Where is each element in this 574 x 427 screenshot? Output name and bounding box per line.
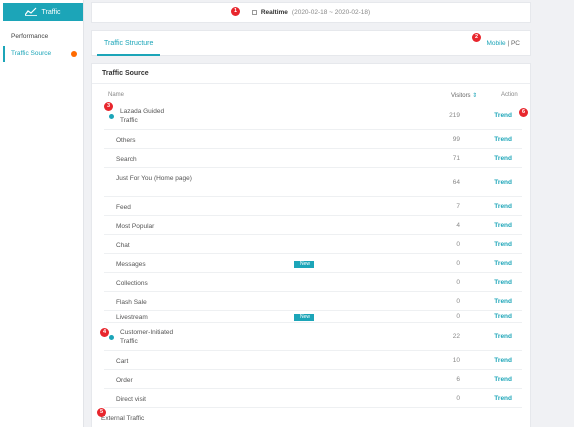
sidebar-item-label: Performance (11, 33, 49, 40)
row-name: Livestream (116, 313, 148, 321)
tab-traffic-structure[interactable]: Traffic Structure (97, 31, 161, 56)
row-name: Others (116, 136, 136, 144)
marker-badge: 6 (519, 108, 528, 117)
row-name: Order (116, 376, 133, 384)
row-name: External Traffic (101, 414, 145, 422)
row-visitors: 99 (452, 136, 460, 143)
column-header-visitors[interactable]: Visitors ⇕ (451, 92, 477, 99)
chart-trend-icon (24, 7, 38, 18)
trend-link[interactable]: Trend (494, 260, 512, 267)
sidebar-header-label: Traffic (41, 8, 61, 16)
marker-badge: 2 (472, 33, 481, 42)
column-header-name: Name (108, 92, 125, 98)
row-visitors: 0 (456, 395, 460, 402)
row-name: Lazada Guided Traffic (120, 108, 165, 124)
trend-link[interactable]: Trend (494, 395, 512, 402)
trend-link[interactable]: Trend (494, 279, 512, 286)
card-title: Traffic Source (92, 64, 530, 84)
trend-link[interactable]: Trend (494, 298, 512, 305)
row-name: Chat (116, 241, 130, 249)
row-visitors: 0 (456, 313, 460, 320)
row-visitors: 22 (452, 333, 460, 340)
row-visitors: 0 (456, 279, 460, 286)
realtime-checkbox[interactable] (251, 10, 257, 15)
table-row: Direct visit 0 Trend (104, 389, 522, 408)
trend-link[interactable]: Trend (494, 155, 512, 162)
row-name: Most Popular (116, 222, 155, 230)
sidebar-item-performance[interactable]: Performance (3, 29, 83, 45)
realtime-bar: Realtime (2020-02-18 ~ 2020-02-18) (91, 2, 531, 23)
trend-link[interactable]: Trend (494, 179, 512, 186)
marker-badge: 1 (231, 7, 240, 16)
row-visitors: 64 (452, 179, 460, 186)
traffic-source-card: Traffic Source Name Visitors ⇕ Action La… (91, 63, 531, 427)
row-name: Direct visit (116, 395, 146, 403)
sidebar: Traffic Performance Traffic Source (0, 0, 84, 427)
sidebar-header[interactable]: Traffic (3, 3, 83, 21)
marker-badge: 3 (104, 102, 113, 111)
sort-icon[interactable]: ⇕ (472, 93, 477, 99)
row-visitors: 4 (456, 222, 460, 229)
trend-link[interactable]: Trend (494, 376, 512, 383)
table-row: Search 71 Trend (104, 149, 522, 168)
table-row: Order 6 Trend (104, 370, 522, 389)
row-visitors: 0 (456, 241, 460, 248)
trend-link[interactable]: Trend (494, 112, 512, 119)
device-mobile[interactable]: Mobile (486, 40, 505, 47)
table-row: Cart 10 Trend (104, 351, 522, 370)
new-badge: New (294, 314, 314, 321)
marker-badge: 4 (100, 328, 109, 337)
trend-link[interactable]: Trend (494, 203, 512, 210)
row-visitors: 0 (456, 260, 460, 267)
table-row: Collections 0 Trend (104, 273, 522, 292)
new-badge: New (294, 261, 314, 268)
table-row: Flash Sale 0 Trend (104, 292, 522, 311)
column-header-action: Action (501, 92, 518, 98)
device-pc[interactable]: PC (511, 40, 520, 47)
table-row: Chat 0 Trend (104, 235, 522, 254)
device-separator: | (507, 40, 510, 47)
sidebar-item-label: Traffic Source (11, 50, 52, 57)
table-row: Others 99 Trend (104, 130, 522, 149)
table-row: Just For You (Home page) 64 Trend (104, 168, 522, 197)
date-range: (2020-02-18 ~ 2020-02-18) (291, 9, 371, 16)
trend-link[interactable]: Trend (494, 222, 512, 229)
table-row: Livestream New 0 Trend (104, 311, 522, 323)
table-row: External Traffic (101, 408, 522, 427)
row-name: Customer-Initiated Traffic (120, 329, 174, 345)
table-row: Most Popular 4 Trend (104, 216, 522, 235)
table-row: Feed 7 Trend (104, 197, 522, 216)
row-name: Cart (116, 357, 129, 365)
tab-panel: Traffic Structure Mobile | PC (91, 30, 531, 56)
trend-link[interactable]: Trend (494, 136, 512, 143)
table-row: Customer-Initiated Traffic 22 Trend (104, 323, 522, 351)
table-row: Messages New 0 Trend (104, 254, 522, 273)
trend-link[interactable]: Trend (494, 333, 512, 340)
row-name: Messages (116, 260, 146, 268)
expand-icon[interactable] (109, 114, 114, 119)
expand-icon[interactable] (109, 335, 114, 340)
trend-link[interactable]: Trend (494, 357, 512, 364)
row-visitors: 219 (449, 112, 460, 119)
row-visitors: 0 (456, 298, 460, 305)
row-visitors: 71 (452, 155, 460, 162)
realtime-label: Realtime (260, 9, 288, 16)
table-row: Lazada Guided Traffic 219 Trend (104, 102, 522, 130)
row-visitors: 7 (456, 203, 460, 210)
sidebar-item-traffic-source[interactable]: Traffic Source (3, 46, 83, 62)
row-visitors: 10 (452, 357, 460, 364)
row-name: Feed (116, 203, 131, 211)
row-name: Search (116, 155, 137, 163)
marker-badge: 5 (97, 408, 106, 417)
row-name: Collections (116, 279, 148, 287)
notification-dot (71, 51, 77, 57)
row-name: Flash Sale (116, 298, 147, 306)
row-name: Just For You (Home page) (116, 175, 192, 182)
row-visitors: 6 (456, 376, 460, 383)
trend-link[interactable]: Trend (494, 241, 512, 248)
trend-link[interactable]: Trend (494, 313, 512, 320)
device-toggle: Mobile | PC (486, 40, 520, 47)
